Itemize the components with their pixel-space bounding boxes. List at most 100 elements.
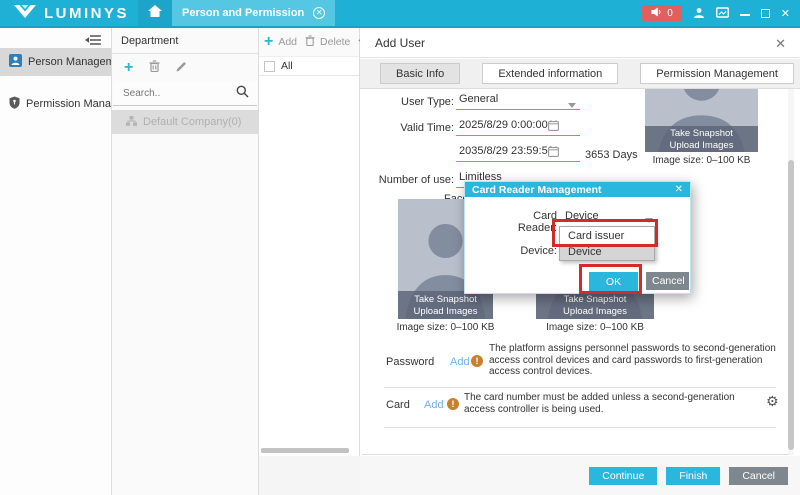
password-label: Password [386,356,434,368]
app-window: LUMINYS Person and Permission ✕ 0 [0,0,800,495]
add-person-icon[interactable]: + [264,35,273,49]
department-search [113,81,257,106]
valid-from-input[interactable]: 2025/8/29 0:00:00 [456,119,580,136]
person-management-icon [9,54,22,70]
tab-close-icon[interactable]: ✕ [313,7,325,19]
department-title: Department [112,28,258,54]
maximize-button[interactable] [761,9,770,18]
calendar-icon[interactable] [548,120,559,134]
tab-person-and-permission[interactable]: Person and Permission ✕ [172,0,335,26]
delete-department-icon[interactable] [149,60,160,75]
edit-department-icon[interactable] [176,61,187,75]
number-of-use-label: Number of use: [370,174,454,186]
card-add-link[interactable]: Add [424,399,444,411]
maximize-icon [761,9,770,18]
divider [384,387,776,388]
photo-box[interactable]: Take Snapshot Upload Images [645,89,758,152]
dialog-close-icon[interactable]: ✕ [675,184,683,195]
take-snapshot-link[interactable]: Take Snapshot [414,294,477,305]
take-snapshot-link[interactable]: Take Snapshot [670,128,733,139]
card-hint: The card number must be added unless a s… [464,392,762,415]
select-all-checkbox[interactable] [264,61,275,72]
divider [384,427,776,428]
person-list-toolbar: + Add Delete [259,28,359,56]
calendar-icon[interactable] [548,146,559,160]
minimize-button[interactable] [740,10,750,16]
user-account-icon[interactable] [693,7,705,19]
add-user-tabs: Basic Info Extended information Permissi… [360,59,800,89]
chevron-down-icon[interactable] [568,99,576,111]
continue-button[interactable]: Continue [589,467,657,485]
person-list-header: All [259,56,359,76]
card-reader-management-dialog: Card Reader Management ✕ Card Reader: De… [464,181,691,294]
ok-button[interactable]: OK [589,272,638,291]
home-button[interactable] [138,0,172,26]
upload-images-link[interactable]: Upload Images [670,140,734,151]
department-search-input[interactable] [121,87,236,100]
password-hint: The platform assigns personnel passwords… [489,343,781,378]
close-panel-icon[interactable]: ✕ [775,36,786,52]
device-label: Device: [513,245,557,257]
search-icon[interactable] [236,85,249,101]
add-department-icon[interactable]: + [124,61,133,75]
close-window-button[interactable]: ✕ [781,7,790,20]
image-size-hint: Image size: 0–100 KB [388,322,503,333]
valid-days-value: 3653 Days [585,149,638,161]
photo-actions: Take Snapshot Upload Images [536,291,654,319]
user-type-label: User Type: [370,96,454,108]
tab-permission-management[interactable]: Permission Management [640,63,794,84]
sidebar-item-label: Permission Management [26,98,111,110]
dialog-title: Card Reader Management [472,184,602,196]
sidebar-item-permission-management[interactable]: Permission Management [0,90,111,118]
collapse-sidebar-icon[interactable] [85,34,102,49]
card-reader-select[interactable]: Device [565,210,599,222]
tab-extended-information[interactable]: Extended information [482,63,618,84]
screen-icon[interactable] [716,7,729,19]
option-card-issuer[interactable]: Card issuer [560,227,654,244]
gear-icon[interactable]: ⚙ [766,395,779,409]
dialog-cancel-button[interactable]: Cancel [646,272,689,290]
add-person-button[interactable]: Add [278,36,297,48]
upload-images-link[interactable]: Upload Images [414,306,478,317]
warning-icon: ! [447,398,459,410]
valid-to-input[interactable]: 2035/8/29 23:59:59 [456,145,580,162]
image-size-hint: Image size: 0–100 KB [530,322,660,333]
upload-images-link[interactable]: Upload Images [563,306,627,317]
home-icon [148,5,162,21]
sidebar: Person Management Permission Management [0,28,112,495]
warning-icon: ! [471,355,483,367]
brand-logo: LUMINYS [12,0,129,26]
alarm-count-badge: 0 [667,8,673,19]
delete-person-icon[interactable] [305,35,315,49]
horizontal-scrollbar[interactable] [261,448,349,453]
add-user-footer: Continue Finish Cancel [360,456,800,495]
card-reader-label: Card Reader: [493,210,557,234]
department-tree-item-default-company[interactable]: Default Company(0) [112,110,258,134]
chevron-down-icon[interactable] [645,214,653,226]
add-user-header: Add User ✕ [360,28,800,58]
shield-icon [9,96,20,112]
minimize-icon [740,14,750,16]
card-label: Card [386,399,410,411]
department-toolbar: + [112,54,258,81]
option-device[interactable]: Device [560,244,654,260]
photo-actions: Take Snapshot Upload Images [398,291,493,319]
dialog-titlebar: Card Reader Management ✕ [465,182,690,197]
select-all-label: All [281,60,293,72]
sidebar-item-label: Person Management [28,56,111,68]
tab-label: Person and Permission [182,7,304,19]
finish-button[interactable]: Finish [666,467,720,485]
tab-basic-info[interactable]: Basic Info [380,63,460,84]
password-add-link[interactable]: Add [450,356,470,368]
vertical-scrollbar[interactable] [788,160,794,450]
organization-icon [126,116,137,129]
sidebar-item-person-management[interactable]: Person Management [0,48,111,76]
user-type-select[interactable]: General [456,93,580,110]
cancel-button[interactable]: Cancel [729,467,788,485]
alarm-button[interactable]: 0 [642,5,682,21]
card-reader-dropdown-list: Card issuer Device [559,226,655,261]
take-snapshot-link[interactable]: Take Snapshot [564,294,627,305]
photo-actions: Take Snapshot Upload Images [645,126,758,152]
add-user-title: Add User [375,36,425,50]
delete-person-button[interactable]: Delete [320,36,350,48]
